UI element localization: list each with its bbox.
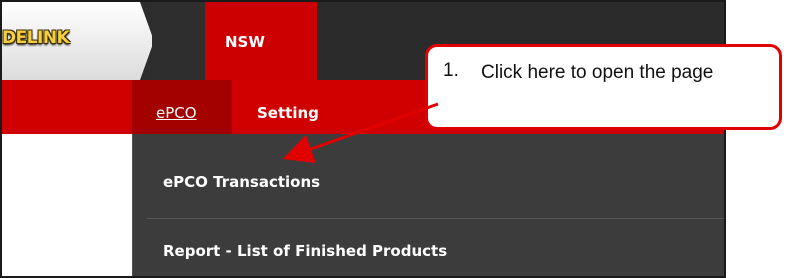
callout-text: Click here to open the page: [481, 62, 714, 83]
dropdown-menu: ePCO Transactions Report - List of Finis…: [132, 134, 724, 276]
left-blank-panel: [2, 134, 132, 276]
menu-item-epco-transactions[interactable]: ePCO Transactions: [163, 162, 320, 202]
submenu-item-setting[interactable]: Setting: [257, 104, 319, 122]
instruction-callout: [425, 44, 782, 130]
callout-step-number: 1.: [443, 60, 459, 81]
logo-tab[interactable]: DELINK: [2, 2, 154, 80]
logo: DELINK: [2, 28, 70, 48]
tab-nsw-label: NSW: [225, 33, 265, 51]
menu-item-report-finished-products[interactable]: Report - List of Finished Products: [163, 231, 447, 271]
submenu-item-epco-label[interactable]: ePCO: [156, 104, 197, 122]
app-screenshot: DELINK NSW ePCO Setting ePCO Transaction…: [0, 0, 726, 278]
nav-spacer: [152, 2, 206, 80]
menu-divider: [147, 218, 724, 219]
